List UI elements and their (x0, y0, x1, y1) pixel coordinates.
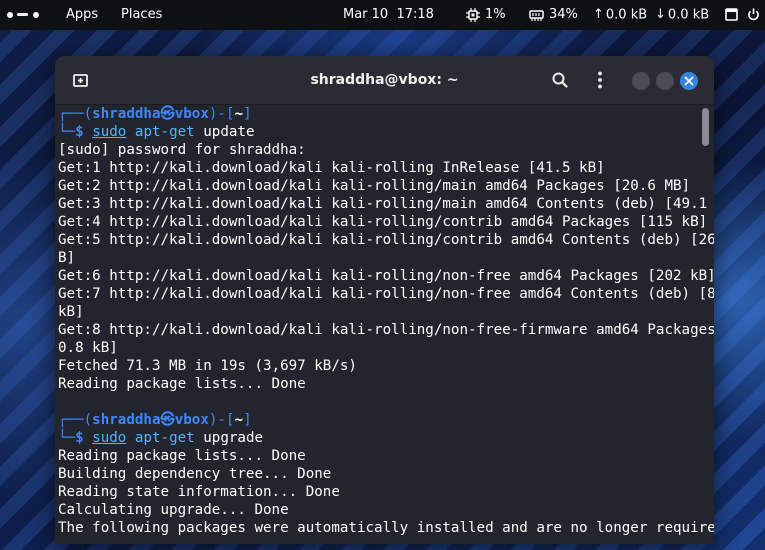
output-line: Get:1 http://kali.download/kali kali-rol… (58, 160, 605, 176)
close-button[interactable] (680, 72, 698, 90)
download-arrow-icon: ↓ (655, 7, 666, 22)
output-line: Get:2 http://kali.download/kali kali-rol… (58, 178, 691, 194)
output-line: [sudo] password for shraddha: (58, 142, 306, 158)
output-line: Building dependency tree... Done (58, 466, 332, 482)
search-icon (552, 72, 568, 88)
prompt-host: vbox (174, 106, 209, 122)
command-args: upgrade (203, 430, 264, 446)
command-name: apt-get (134, 430, 195, 446)
active-workspace-bar (17, 13, 28, 16)
maximize-button[interactable] (656, 72, 674, 90)
memory-value: 34% (549, 7, 578, 22)
prompt-symbol: ㉿ (160, 412, 175, 428)
clock[interactable]: Mar 10 17:18 (343, 0, 434, 30)
cpu-monitor[interactable]: 1% (466, 0, 506, 30)
menu-button[interactable] (585, 65, 615, 95)
upload-value: 0.0 kB (605, 7, 648, 23)
scrollbar-thumb[interactable] (702, 108, 709, 146)
prompt-host: vbox (174, 412, 209, 428)
output-line: Get:8 http://kali.download/kali kali-rol… (58, 322, 714, 338)
search-button[interactable] (545, 65, 575, 95)
terminal-scrollbar[interactable] (701, 105, 710, 544)
upload-arrow-icon: ↑ (593, 7, 604, 22)
output-line: B] (58, 250, 76, 266)
output-line: kB] (58, 304, 84, 320)
command-line: └─$ sudo apt-get update (58, 124, 255, 140)
memory-monitor[interactable]: 34% (529, 0, 578, 30)
screen-icon (725, 8, 738, 21)
output-line: Get:4 http://kali.download/kali kali-rol… (58, 214, 708, 230)
command-sudo: sudo (92, 430, 127, 446)
upload-monitor[interactable]: ↑ 0.0 kB (593, 0, 647, 30)
workspace-dot (7, 12, 13, 18)
cpu-value: 1% (485, 7, 506, 22)
prompt-symbol: ㉿ (160, 106, 175, 122)
output-line: Reading package lists... Done (58, 448, 306, 464)
command-sudo: sudo (92, 124, 127, 140)
apps-menu-label: Apps (66, 7, 99, 22)
prompt-line: ┌──(shraddha㉿vbox)-[~] (58, 412, 252, 428)
memory-icon (529, 9, 544, 21)
command-args: update (203, 124, 255, 140)
prompt-dir: ~ (234, 412, 244, 428)
prompt-user: shraddha (92, 412, 161, 428)
output-line: Get:6 http://kali.download/kali kali-rol… (58, 268, 714, 284)
menu-icon (598, 71, 602, 89)
prompt-line: ┌──(shraddha㉿vbox)-[~] (58, 106, 252, 122)
places-menu-label: Places (121, 7, 163, 22)
close-icon (684, 76, 694, 86)
output-line: 0.8 kB] (58, 340, 118, 356)
new-tab-icon (73, 74, 88, 87)
output-line: Reading state information... Done (58, 484, 340, 500)
cpu-icon (466, 7, 480, 22)
screen-button[interactable] (725, 0, 738, 30)
places-menu[interactable]: Places (121, 0, 162, 30)
window-title: shraddha@vbox: ~ (310, 72, 459, 88)
output-line: Get:5 http://kali.download/kali kali-rol… (58, 232, 714, 248)
clock-label: Mar 10 17:18 (343, 7, 434, 22)
prompt-dir: ~ (234, 106, 244, 122)
output-line: Calculating upgrade... Done (58, 502, 289, 518)
terminal-window: shraddha@vbox: ~ ┌──(shraddha㉿vbox)-[~] … (55, 56, 714, 544)
output-line: Reading package lists... Done (58, 376, 306, 392)
output-line: Get:3 http://kali.download/kali kali-rol… (58, 196, 714, 212)
power-button[interactable] (747, 0, 760, 30)
prompt-user: shraddha (92, 106, 161, 122)
terminal-output[interactable]: ┌──(shraddha㉿vbox)-[~] └─$ sudo apt-get … (55, 105, 714, 544)
new-tab-button[interactable] (65, 65, 95, 95)
top-panel: Apps Places Mar 10 17:18 1% 34% ↑ 0.0 kB … (0, 0, 765, 30)
apps-menu[interactable]: Apps (66, 0, 98, 30)
minimize-button[interactable] (632, 72, 650, 90)
output-line: The following packages were automaticall… (58, 520, 714, 536)
command-line: └─$ sudo apt-get upgrade (58, 430, 264, 446)
workspace-dot (33, 12, 39, 18)
output-line: Fetched 71.3 MB in 19s (3,697 kB/s) (58, 358, 357, 374)
download-monitor[interactable]: ↓ 0.0 kB (655, 0, 709, 30)
command-name: apt-get (134, 124, 195, 140)
download-value: 0.0 kB (667, 7, 710, 23)
output-line: Get:7 http://kali.download/kali kali-rol… (58, 286, 714, 302)
power-icon (748, 8, 759, 21)
window-headerbar[interactable]: shraddha@vbox: ~ (55, 56, 714, 105)
